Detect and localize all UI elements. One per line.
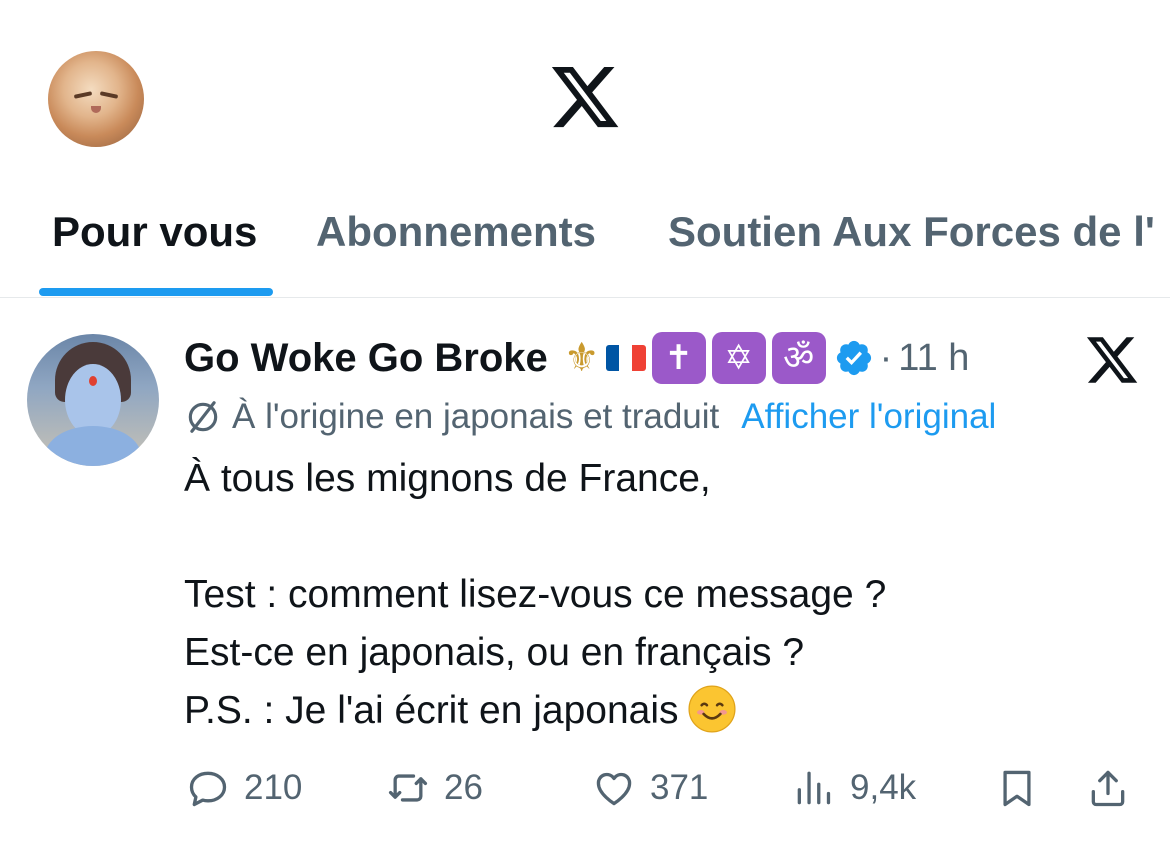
tab-abonnements[interactable]: Abonnements bbox=[316, 208, 596, 256]
tweet-text-line-last: P.S. : Je l'ai écrit en japonais bbox=[184, 682, 1144, 740]
active-tab-indicator bbox=[39, 288, 273, 296]
heart-icon bbox=[596, 772, 632, 806]
translation-ban-icon bbox=[188, 401, 218, 433]
avatar-cat-nose bbox=[91, 106, 101, 113]
author-name-emojis: ⚜ ✝ ✡ ॐ bbox=[564, 332, 874, 384]
translation-note: À l'origine en japonais et traduit bbox=[232, 397, 720, 436]
tab-pour-vous[interactable]: Pour vous bbox=[52, 208, 257, 256]
bookmark-icon bbox=[1003, 770, 1031, 807]
tweet-text: À tous les mignons de France, Test : com… bbox=[184, 450, 1144, 740]
tweet-text-line: Est-ce en japonais, ou en français ? bbox=[184, 631, 805, 674]
verified-badge-icon[interactable] bbox=[834, 338, 874, 378]
x-logo-icon[interactable] bbox=[548, 60, 622, 134]
author-avatar[interactable] bbox=[27, 334, 159, 466]
reply-count: 210 bbox=[244, 768, 303, 807]
avatar-cat-eye bbox=[73, 91, 93, 99]
tweet-actions: 210 26 371 9,4k bbox=[0, 760, 1170, 816]
repost-button[interactable]: 26 bbox=[386, 760, 483, 816]
tweet-text-line: Test : comment lisez-vous ce message ? bbox=[184, 573, 887, 616]
reply-icon bbox=[189, 771, 227, 807]
views-chart-icon bbox=[797, 771, 831, 805]
views-button[interactable]: 9,4k bbox=[792, 760, 916, 816]
timeline-tabs: Pour vous Abonnements Soutien Aux Forces… bbox=[0, 200, 1170, 298]
tweet-text-line: À tous les mignons de France, bbox=[184, 457, 711, 500]
fleur-de-lis-icon: ⚜ bbox=[563, 336, 600, 380]
tweet-text-blank-line bbox=[184, 508, 1144, 566]
tweet-header: Go Woke Go Broke ⚜ ✝ ✡ ॐ · 11 h bbox=[184, 330, 969, 386]
om-icon: ॐ bbox=[771, 332, 826, 384]
views-count: 9,4k bbox=[850, 768, 917, 807]
share-button[interactable] bbox=[1086, 760, 1130, 816]
star-of-david-icon: ✡ bbox=[711, 332, 766, 384]
x-logo-icon[interactable] bbox=[1084, 332, 1140, 388]
tweet-separator: · bbox=[879, 336, 893, 379]
tweet-text-line: P.S. : Je l'ai écrit en japonais bbox=[184, 689, 679, 732]
repost-count: 26 bbox=[444, 768, 483, 807]
latin-cross-icon: ✝ bbox=[651, 332, 706, 384]
like-count: 371 bbox=[650, 768, 709, 807]
translation-row: À l'origine en japonais et traduit Affic… bbox=[184, 394, 996, 440]
tweet[interactable]: Go Woke Go Broke ⚜ ✝ ✡ ॐ · 11 h À l'orig… bbox=[0, 298, 1170, 846]
share-icon bbox=[1091, 770, 1125, 807]
like-button[interactable]: 371 bbox=[592, 760, 708, 816]
avatar-body bbox=[45, 426, 141, 466]
french-flag-icon bbox=[605, 345, 646, 371]
avatar-forehead-mark bbox=[89, 376, 97, 386]
bookmark-button[interactable] bbox=[995, 760, 1039, 816]
smiling-face-emoji-icon bbox=[687, 685, 736, 733]
top-bar bbox=[0, 0, 1170, 190]
author-display-name[interactable]: Go Woke Go Broke bbox=[184, 336, 548, 381]
show-original-link[interactable]: Afficher l'original bbox=[741, 397, 996, 437]
tweet-timestamp[interactable]: 11 h bbox=[898, 337, 969, 380]
avatar-cat-eye bbox=[99, 91, 119, 99]
repost-icon bbox=[388, 774, 428, 802]
reply-button[interactable]: 210 bbox=[186, 760, 302, 816]
my-profile-avatar[interactable] bbox=[48, 51, 144, 147]
tab-soutien-aux-forces[interactable]: Soutien Aux Forces de l' bbox=[668, 208, 1155, 256]
